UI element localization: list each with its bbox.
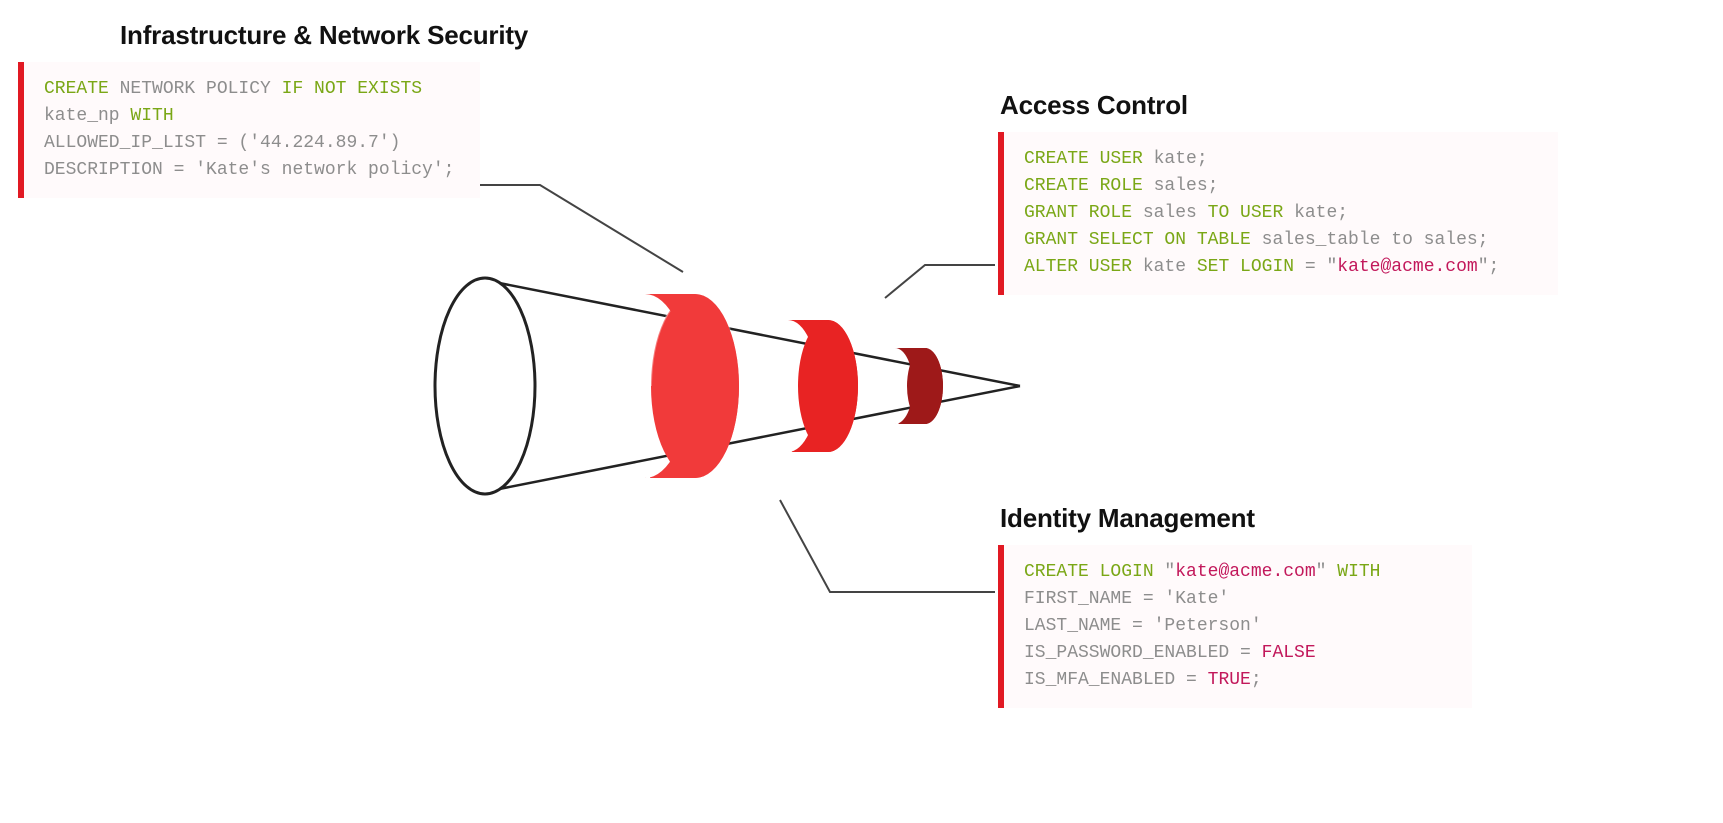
bool: TRUE: [1208, 670, 1251, 690]
txt: ";: [1478, 257, 1500, 277]
security-funnel-diagram: Infrastructure & Network Security Access…: [0, 0, 1723, 823]
txt: kate: [1132, 257, 1197, 277]
txt: ;: [1251, 670, 1262, 690]
code-block-access-control: CREATE USER kate; CREATE ROLE sales; GRA…: [998, 132, 1558, 295]
txt: NETWORK POLICY: [109, 79, 282, 99]
txt: ": [1154, 562, 1176, 582]
kw: WITH: [1337, 562, 1380, 582]
ring-access: [895, 348, 949, 475]
heading-infrastructure: Infrastructure & Network Security: [120, 20, 528, 51]
kw: WITH: [130, 106, 173, 126]
bool: FALSE: [1262, 643, 1316, 663]
kw: CREATE USER: [1024, 149, 1143, 169]
kw: SET LOGIN: [1197, 257, 1294, 277]
txt: = ": [1294, 257, 1337, 277]
txt: IS_PASSWORD_ENABLED =: [1024, 643, 1262, 663]
kw: CREATE ROLE: [1024, 176, 1143, 196]
kw: CREATE LOGIN: [1024, 562, 1154, 582]
ring-identity: [788, 320, 862, 527]
kw: GRANT SELECT ON TABLE: [1024, 230, 1251, 250]
code-block-identity-management: CREATE LOGIN "kate@acme.com" WITH FIRST_…: [998, 545, 1472, 708]
kw: TO USER: [1208, 203, 1284, 223]
txt: ALLOWED_IP_LIST = ('44.224.89.7'): [44, 133, 400, 153]
email: kate@acme.com: [1175, 562, 1315, 582]
txt: DESCRIPTION = 'Kate's network policy';: [44, 160, 454, 180]
kw: IF NOT EXISTS: [282, 79, 422, 99]
code-block-infrastructure: CREATE NETWORK POLICY IF NOT EXISTS kate…: [18, 62, 480, 198]
txt: kate;: [1143, 149, 1208, 169]
kw: CREATE: [44, 79, 109, 99]
ring-infra: [605, 294, 742, 571]
txt: sales;: [1143, 176, 1219, 196]
heading-access-control: Access Control: [1000, 90, 1188, 121]
txt: kate;: [1283, 203, 1348, 223]
txt: LAST_NAME = 'Peterson': [1024, 616, 1262, 636]
email: kate@acme.com: [1337, 257, 1477, 277]
txt: ": [1316, 562, 1338, 582]
kw: GRANT ROLE: [1024, 203, 1132, 223]
txt: IS_MFA_ENABLED =: [1024, 670, 1208, 690]
txt: sales: [1132, 203, 1208, 223]
txt: kate_np: [44, 106, 130, 126]
txt: FIRST_NAME = 'Kate': [1024, 589, 1229, 609]
kw: ALTER USER: [1024, 257, 1132, 277]
funnel-icon: [435, 278, 1020, 571]
heading-identity-management: Identity Management: [1000, 503, 1255, 534]
txt: sales_table to sales;: [1251, 230, 1489, 250]
